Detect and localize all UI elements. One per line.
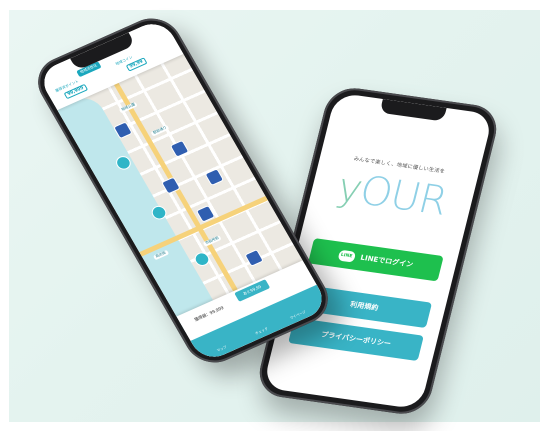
total-caption: 獲得額： <box>193 310 212 323</box>
nav-item-check[interactable]: チェック <box>254 326 268 336</box>
total-label: 獲得額：99,999 <box>193 305 225 323</box>
nav-item-map[interactable]: マップ <box>216 344 227 353</box>
total-value: 99,999 <box>208 305 225 316</box>
line-login-button[interactable]: LINE LINEでログイン <box>307 238 444 282</box>
phone-notch <box>379 99 447 122</box>
line-icon: LINE <box>337 249 356 263</box>
line-login-label: LINEでログイン <box>359 253 414 269</box>
nav-item-mypage[interactable]: マイページ <box>289 309 306 320</box>
logo-our: OUR <box>355 168 452 225</box>
